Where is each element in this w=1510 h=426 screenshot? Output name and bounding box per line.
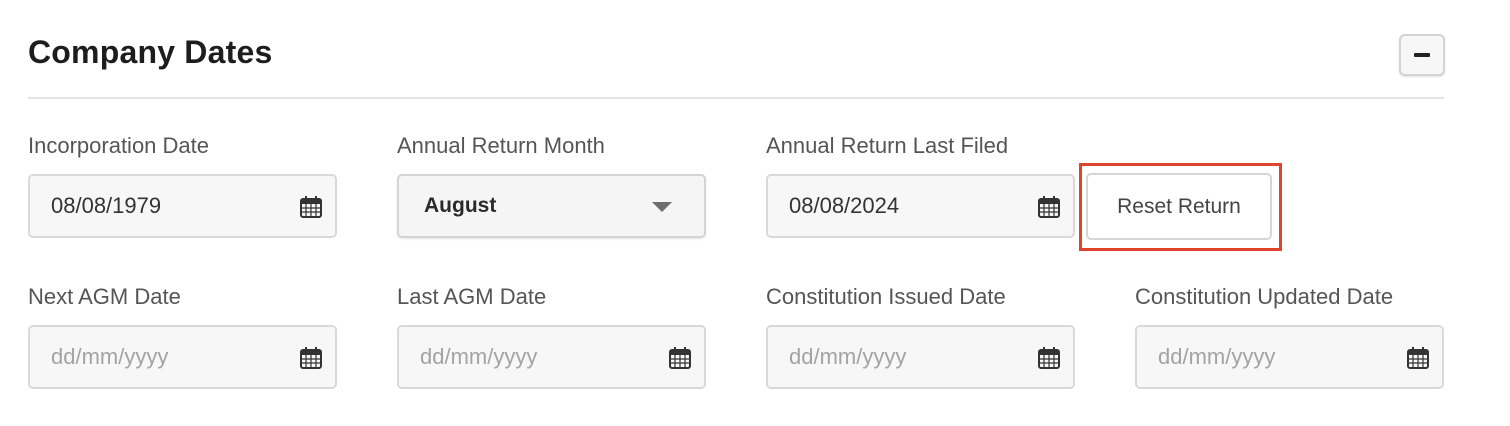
next-agm-date-input[interactable] [51,344,291,370]
constitution-updated-date-label: Constitution Updated Date [1135,284,1394,309]
company-dates-panel: Company Dates Incorporation Date Annual … [0,0,1510,426]
annual-return-month-label: Annual Return Month [397,133,605,158]
reset-return-button[interactable]: Reset Return [1086,173,1272,240]
calendar-icon[interactable] [299,346,323,370]
last-agm-date-label: Last AGM Date [397,284,547,309]
annual-return-month-select[interactable]: August [397,174,706,238]
incorporation-date-label: Incorporation Date [28,133,209,158]
annual-return-last-filed-input[interactable] [789,193,1029,219]
last-agm-date-field[interactable] [397,325,706,389]
incorporation-date-input[interactable] [51,193,291,219]
constitution-issued-date-label: Constitution Issued Date [766,284,1006,309]
next-agm-date-label: Next AGM Date [28,284,181,309]
constitution-updated-date-field[interactable] [1135,325,1444,389]
calendar-icon[interactable] [1037,346,1061,370]
annual-return-last-filed-label: Annual Return Last Filed [766,133,1009,158]
section-title: Company Dates [28,34,273,70]
constitution-issued-date-input[interactable] [789,344,1029,370]
chevron-down-icon [652,202,672,212]
collapse-button[interactable] [1399,34,1445,76]
incorporation-date-field[interactable] [28,174,337,238]
constitution-issued-date-field[interactable] [766,325,1075,389]
next-agm-date-field[interactable] [28,325,337,389]
divider [28,97,1444,99]
calendar-icon[interactable] [1037,195,1061,219]
calendar-icon[interactable] [1406,346,1430,370]
minus-icon [1414,53,1430,57]
last-agm-date-input[interactable] [420,344,660,370]
annual-return-last-filed-field[interactable] [766,174,1075,238]
calendar-icon[interactable] [299,195,323,219]
constitution-updated-date-input[interactable] [1158,344,1398,370]
calendar-icon[interactable] [668,346,692,370]
annual-return-month-value: August [424,194,497,217]
